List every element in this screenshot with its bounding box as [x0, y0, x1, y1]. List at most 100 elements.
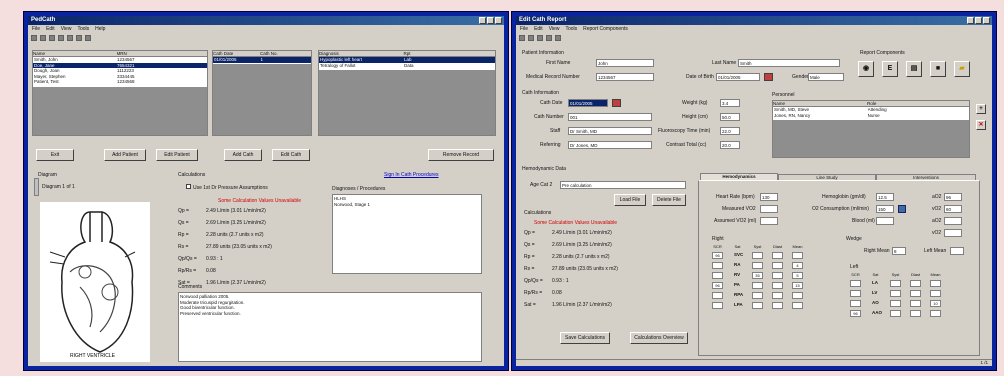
grid-cell[interactable] — [930, 310, 941, 317]
grid-cell[interactable]: 96 — [850, 310, 861, 317]
grid-cell[interactable] — [772, 282, 783, 289]
personnel-list[interactable]: Name Role Smith, MD, Steve Attending Jones… — [772, 100, 970, 158]
help-icon[interactable] — [555, 34, 561, 41]
grid-cell[interactable] — [792, 252, 803, 259]
grid-cell[interactable] — [890, 290, 901, 297]
undo-icon[interactable] — [537, 34, 543, 41]
hemoglobin-field[interactable]: 12.5 — [876, 193, 894, 201]
help-icon[interactable] — [76, 34, 82, 41]
grid-cell[interactable] — [752, 282, 763, 289]
edit-patient-button[interactable]: Edit Patient — [156, 149, 198, 161]
tab-hemodynamics[interactable]: Hemodynamics — [700, 173, 778, 180]
grid-cell[interactable] — [850, 300, 861, 307]
grid-cell[interactable] — [772, 272, 783, 279]
grid-cell[interactable] — [712, 262, 723, 269]
height-field[interactable]: 50.0 — [720, 113, 740, 121]
column-header[interactable]: Cath No. — [260, 51, 311, 56]
vo2-field[interactable] — [760, 205, 778, 213]
ao2-field[interactable]: 96 — [944, 193, 962, 201]
print-icon[interactable] — [67, 34, 73, 41]
procedures-list[interactable]: HLHS Norwood, Stage 1 — [332, 194, 482, 274]
info-icon[interactable] — [85, 34, 91, 41]
menu-view[interactable]: View — [549, 25, 560, 33]
grid-cell[interactable] — [772, 252, 783, 259]
column-header[interactable]: MRN — [117, 51, 207, 56]
assumed-vo2-field[interactable] — [760, 217, 778, 225]
grid-cell[interactable] — [850, 280, 861, 287]
grid-cell[interactable] — [930, 290, 941, 297]
procedures-link[interactable]: Sign In Cath Procedures — [384, 172, 438, 178]
list-item[interactable]: Patient, Test 1234568 — [33, 79, 207, 85]
ao2b-field[interactable] — [944, 217, 962, 225]
minimize-button[interactable] — [479, 17, 486, 24]
save-icon[interactable] — [519, 34, 525, 41]
vo2b-field[interactable]: 60 — [944, 205, 962, 213]
save-calculations-button[interactable]: Save Calculations — [560, 332, 610, 344]
grid-cell[interactable] — [850, 290, 861, 297]
calculator-icon[interactable] — [898, 205, 906, 213]
menu-tools[interactable]: Tools — [565, 25, 577, 33]
left-mean-field[interactable] — [950, 247, 964, 255]
grid-cell[interactable] — [890, 300, 901, 307]
blood-field[interactable] — [876, 217, 894, 225]
calendar-icon[interactable] — [764, 73, 773, 81]
maximize-button[interactable] — [975, 17, 982, 24]
patients-list[interactable]: Name MRN Smith, John 1234567 Doe, Jane 7654… — [32, 50, 208, 136]
delete-file-button[interactable]: Delete File — [652, 194, 686, 206]
grid-cell[interactable] — [792, 292, 803, 299]
open-icon[interactable] — [40, 34, 46, 41]
weight-field[interactable]: 3.4 — [720, 99, 740, 107]
last-name-field[interactable]: Smith — [738, 59, 840, 67]
column-header[interactable]: Name — [773, 101, 867, 106]
calc-option[interactable]: Use 1st Dr Pressure Assumptions — [186, 184, 268, 191]
grid-cell[interactable] — [910, 290, 921, 297]
list-item[interactable]: Tetralogy of Fallot Data — [319, 63, 495, 69]
remove-person-icon[interactable]: ✕ — [976, 120, 986, 130]
camera-icon[interactable]: ■ — [930, 61, 946, 77]
load-file-button[interactable]: Load File — [614, 194, 646, 206]
grid-cell[interactable]: 5 — [792, 272, 803, 279]
minimize-button[interactable] — [967, 17, 974, 24]
add-patient-button[interactable]: Add Patient — [104, 149, 146, 161]
vo2c-field[interactable] — [944, 229, 962, 237]
o2-consumption-field[interactable]: 150 — [876, 205, 894, 213]
menu-view[interactable]: View — [61, 25, 72, 33]
menu-edit[interactable]: Edit — [534, 25, 543, 33]
grid-cell[interactable] — [772, 292, 783, 299]
menu-file[interactable]: File — [520, 25, 528, 33]
grid-cell[interactable] — [910, 280, 921, 287]
calculations-overview-button[interactable]: Calculations Overview — [630, 332, 688, 344]
list-item[interactable]: 01/01/2005 1 — [213, 57, 311, 63]
calendar-icon[interactable] — [612, 99, 621, 107]
diagnoses-list[interactable]: Diagnosis Rpt Hypoplastic left heart Lab T… — [318, 50, 496, 136]
close-button[interactable] — [983, 17, 990, 24]
close-icon[interactable] — [546, 34, 552, 41]
dob-field[interactable]: 01/01/2005 — [716, 73, 760, 81]
grid-cell[interactable]: 96 — [712, 282, 723, 289]
column-header[interactable]: Cath Date — [213, 51, 260, 56]
grid-cell[interactable] — [890, 280, 901, 287]
maximize-button[interactable] — [487, 17, 494, 24]
cath-number-field[interactable]: 001 — [568, 113, 652, 121]
exit-button[interactable]: Exit — [36, 149, 74, 161]
grid-cell[interactable]: 15 — [792, 282, 803, 289]
right-mean-field[interactable]: 8 — [892, 247, 906, 255]
chart-icon[interactable]: E — [882, 61, 898, 77]
disk-icon[interactable]: ◉ — [858, 61, 874, 77]
menu-help[interactable]: Help — [95, 25, 105, 33]
grid-cell[interactable] — [712, 292, 723, 299]
staff-field[interactable]: Dr Smith, MD — [568, 127, 652, 135]
grid-cell[interactable] — [910, 310, 921, 317]
column-header[interactable]: Rpt — [403, 51, 495, 56]
grid-cell[interactable]: 35 — [752, 272, 763, 279]
grid-cell[interactable] — [712, 272, 723, 279]
remove-record-button[interactable]: Remove Record — [428, 149, 494, 161]
grid-cell[interactable]: 4 — [792, 262, 803, 269]
grid-cell[interactable] — [930, 280, 941, 287]
gender-select[interactable]: Male — [808, 73, 844, 81]
menu-file[interactable]: File — [32, 25, 40, 33]
grid-cell[interactable] — [772, 302, 783, 309]
column-header[interactable]: Role — [867, 101, 969, 106]
menu-edit[interactable]: Edit — [46, 25, 55, 33]
grid-cell[interactable] — [752, 292, 763, 299]
